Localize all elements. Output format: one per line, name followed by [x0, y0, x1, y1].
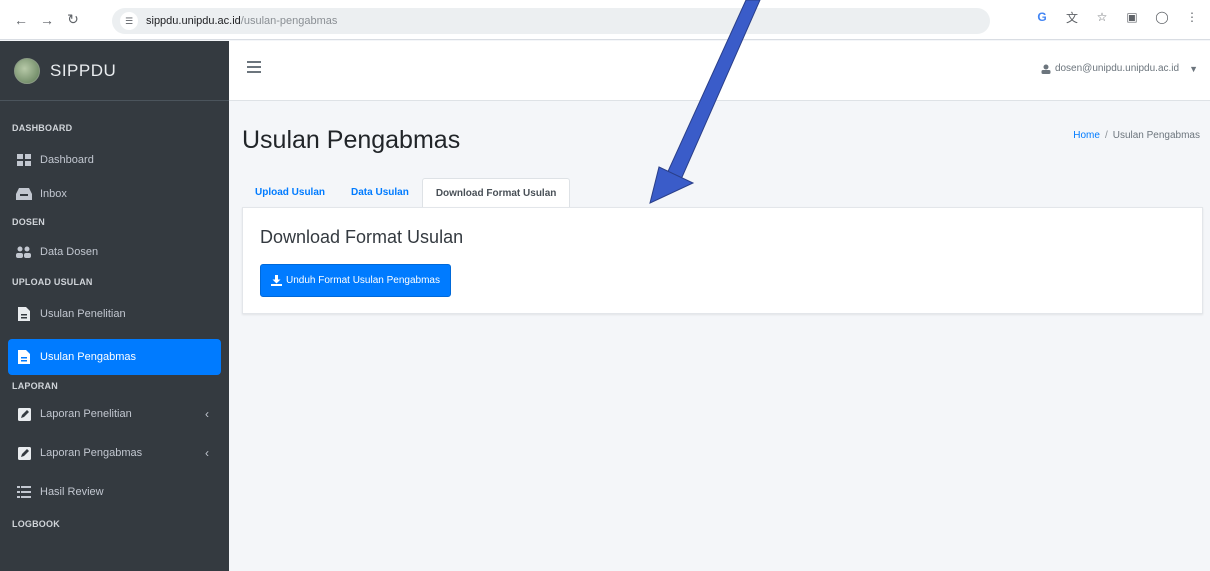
- user-email: dosen@unipdu.unipdu.ac.id: [1054, 63, 1180, 74]
- tab-data-usulan[interactable]: Data Usulan: [338, 178, 422, 208]
- file-icon: [16, 307, 32, 321]
- sidebar-item-label: Usulan Penelitian: [40, 308, 126, 320]
- chevron-left-icon: ‹: [205, 407, 209, 421]
- list-icon: [16, 485, 32, 499]
- annotation-arrow-head: [649, 166, 695, 204]
- address-bar[interactable]: ☰ sippdu.unipdu.ac.id/usulan-pengabmas: [112, 8, 990, 34]
- breadcrumb-separator: /: [1104, 130, 1108, 141]
- file-icon: [16, 350, 32, 364]
- sidebar-item-usulan-pengabmas[interactable]: Usulan Pengabmas: [8, 339, 221, 375]
- nav-header-dosen: DOSEN: [12, 217, 46, 227]
- card-title: Download Format Usulan: [260, 227, 464, 247]
- inbox-icon: [16, 187, 32, 201]
- url-path: /usulan-pengabmas: [240, 15, 338, 27]
- nav-header-laporan: LAPORAN: [12, 381, 58, 391]
- nav-header-upload: UPLOAD USULAN: [12, 277, 93, 287]
- nav-header-logbook: LOGBOOK: [12, 519, 60, 529]
- forward-icon[interactable]: →: [36, 9, 58, 31]
- reload-icon[interactable]: ↻: [62, 9, 84, 31]
- url-host: sippdu.unipdu.ac.id: [146, 15, 241, 27]
- edit-icon: [16, 446, 32, 460]
- hamburger-menu-icon[interactable]: [247, 61, 261, 73]
- bookmark-star-icon[interactable]: ☆: [1094, 9, 1110, 25]
- back-icon[interactable]: ←: [10, 9, 32, 31]
- sidebar-item-label: Hasil Review: [40, 486, 104, 498]
- chevron-down-icon: ▼: [1189, 63, 1198, 74]
- browser-actions: G 文 ☆ ▣ ◯ ⋮: [1034, 9, 1200, 25]
- sidebar: SIPPDU DASHBOARD Dashboard Inbox DOSEN D…: [0, 41, 229, 571]
- sidebar-item-data-dosen[interactable]: Data Dosen: [8, 234, 221, 270]
- site-info-icon[interactable]: ☰: [120, 12, 138, 30]
- sidebar-item-label: Inbox: [40, 188, 67, 200]
- download-button-label: Unduh Format Usulan Pengabmas: [286, 275, 440, 286]
- edit-icon: [16, 407, 32, 421]
- tab-upload-usulan[interactable]: Upload Usulan: [242, 178, 338, 208]
- user-icon: [1041, 64, 1051, 74]
- menu-kebab-icon[interactable]: ⋮: [1184, 9, 1200, 25]
- users-icon: [16, 245, 32, 259]
- user-menu[interactable]: dosen@unipdu.unipdu.ac.id ▼: [1041, 63, 1198, 74]
- sidebar-item-label: Laporan Penelitian: [40, 408, 132, 420]
- sidepanel-icon[interactable]: ▣: [1124, 9, 1140, 25]
- grid-icon: [16, 153, 32, 167]
- chevron-left-icon: ‹: [205, 446, 209, 460]
- brand-link[interactable]: SIPPDU: [0, 41, 229, 101]
- breadcrumb-current: Usulan Pengabmas: [1112, 130, 1200, 141]
- sidebar-item-hasil-review[interactable]: Hasil Review: [8, 474, 221, 510]
- sidebar-item-label: Usulan Pengabmas: [40, 351, 137, 363]
- download-icon: [271, 275, 282, 286]
- breadcrumb-home-link[interactable]: Home: [1073, 130, 1100, 141]
- nav-header-dashboard: DASHBOARD: [12, 123, 73, 133]
- browser-toolbar: ← → ↻ ☰ sippdu.unipdu.ac.id/usulan-penga…: [0, 0, 1210, 40]
- breadcrumb: Home / Usulan Pengabmas: [1073, 130, 1200, 141]
- url-text[interactable]: sippdu.unipdu.ac.id/usulan-pengabmas: [146, 15, 337, 27]
- sidebar-item-laporan-pengabmas[interactable]: Laporan Pengabmas ‹: [8, 435, 221, 471]
- brand-logo: [14, 57, 40, 84]
- download-card: Download Format Usulan Unduh Format Usul…: [242, 207, 1203, 314]
- brand-name: SIPPDU: [50, 60, 117, 80]
- sidebar-item-label: Dashboard: [40, 154, 94, 166]
- tab-bar: Upload Usulan Data Usulan Download Forma…: [242, 178, 571, 208]
- sidebar-item-usulan-penelitian[interactable]: Usulan Penelitian: [8, 296, 221, 332]
- translate-icon[interactable]: 文: [1064, 9, 1080, 25]
- tab-download-format-usulan[interactable]: Download Format Usulan: [421, 178, 571, 208]
- sidebar-item-dashboard[interactable]: Dashboard: [8, 142, 221, 178]
- google-icon[interactable]: G: [1034, 9, 1050, 25]
- profile-icon[interactable]: ◯: [1154, 9, 1170, 25]
- main-header: dosen@unipdu.unipdu.ac.id ▼: [229, 41, 1210, 101]
- download-format-button[interactable]: Unduh Format Usulan Pengabmas: [260, 264, 451, 297]
- sidebar-item-label: Laporan Pengabmas: [40, 447, 143, 459]
- sidebar-item-inbox[interactable]: Inbox: [8, 176, 221, 212]
- sidebar-item-laporan-penelitian[interactable]: Laporan Penelitian ‹: [8, 396, 221, 432]
- page-title: Usulan Pengabmas: [242, 126, 461, 154]
- sidebar-item-label: Data Dosen: [40, 246, 99, 258]
